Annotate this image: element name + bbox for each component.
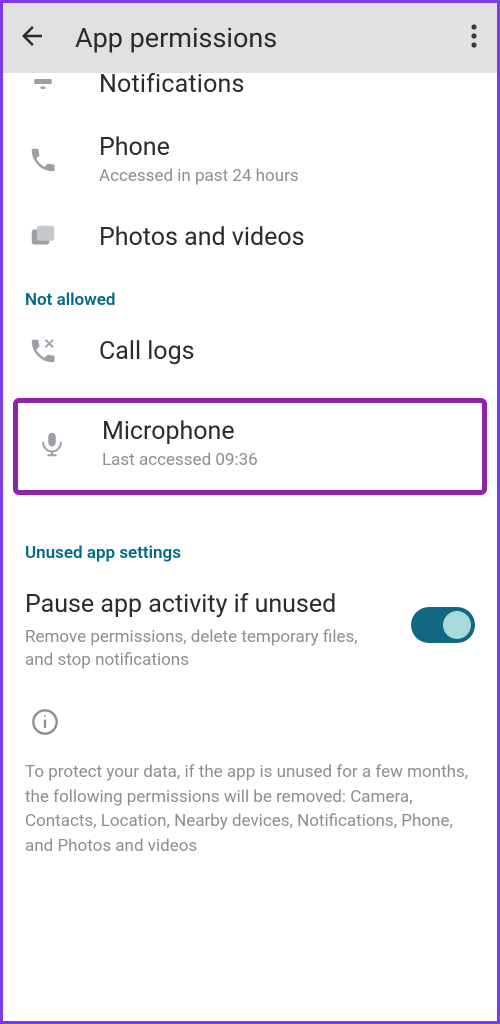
highlight-box-microphone: Microphone Last accessed 09:36 bbox=[13, 398, 487, 495]
permission-label: Microphone bbox=[102, 417, 258, 446]
call-logs-icon bbox=[23, 336, 63, 366]
permission-row-photos[interactable]: Photos and videos bbox=[3, 204, 497, 270]
permission-label: Notifications bbox=[99, 70, 245, 99]
pause-description: Remove permissions, delete temporary fil… bbox=[25, 626, 385, 672]
info-icon bbox=[3, 682, 497, 748]
microphone-icon bbox=[32, 429, 72, 459]
permission-label: Phone bbox=[99, 133, 299, 162]
notifications-icon bbox=[23, 69, 63, 99]
screen-frame: App permissions Notifications Phone Acce… bbox=[0, 0, 500, 1024]
pause-app-activity-row[interactable]: Pause app activity if unused Remove perm… bbox=[3, 571, 497, 682]
permission-label: Call logs bbox=[99, 337, 195, 366]
phone-icon bbox=[23, 145, 63, 175]
permission-row-notifications[interactable]: Notifications bbox=[3, 67, 497, 115]
pause-title: Pause app activity if unused bbox=[25, 589, 391, 620]
permission-row-phone[interactable]: Phone Accessed in past 24 hours bbox=[3, 115, 497, 204]
app-bar: App permissions bbox=[3, 3, 497, 73]
photos-icon bbox=[23, 222, 63, 252]
content-scroll: Notifications Phone Accessed in past 24 … bbox=[3, 67, 497, 879]
page-title: App permissions bbox=[75, 22, 277, 54]
overflow-menu-icon[interactable] bbox=[465, 16, 483, 60]
permission-row-call-logs[interactable]: Call logs bbox=[3, 318, 497, 384]
footer-text: To protect your data, if the app is unus… bbox=[3, 748, 497, 859]
section-header-unused: Unused app settings bbox=[3, 523, 497, 571]
toggle-knob bbox=[443, 611, 471, 639]
back-icon[interactable] bbox=[17, 21, 47, 55]
section-header-not-allowed: Not allowed bbox=[3, 270, 497, 318]
pause-toggle[interactable] bbox=[411, 607, 475, 643]
permission-subtext: Last accessed 09:36 bbox=[102, 450, 258, 470]
permission-subtext: Accessed in past 24 hours bbox=[99, 166, 299, 186]
permission-row-microphone[interactable]: Microphone Last accessed 09:36 bbox=[18, 403, 482, 490]
permission-label: Photos and videos bbox=[99, 223, 305, 252]
